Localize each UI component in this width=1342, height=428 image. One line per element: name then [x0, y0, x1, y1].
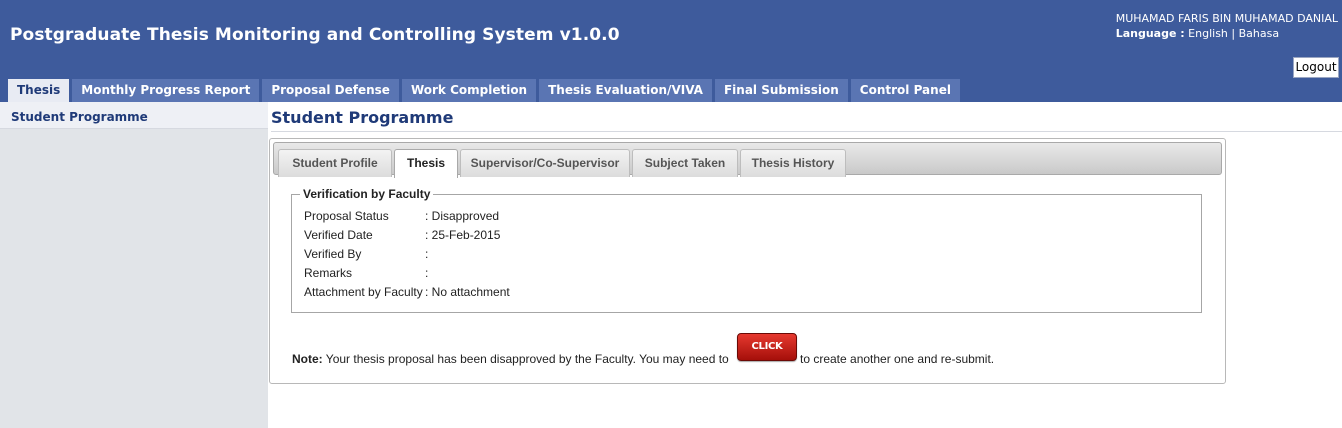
- verified-by-value: :: [425, 247, 429, 261]
- tab-subject-taken[interactable]: Subject Taken: [632, 149, 738, 177]
- user-name: MUHAMAD FARIS BIN MUHAMAD DANIAL: [1115, 12, 1338, 25]
- tab-supervisor[interactable]: Supervisor/Co-Supervisor: [460, 149, 630, 177]
- logout-button[interactable]: Logout: [1293, 57, 1339, 78]
- nav-tab-thesis[interactable]: Thesis: [8, 79, 70, 102]
- nav-tab-work-completion[interactable]: Work Completion: [401, 79, 537, 102]
- verified-by-label: Verified By: [304, 247, 362, 261]
- language-english-link[interactable]: English: [1188, 27, 1228, 40]
- nav-tab-monthly-progress-report[interactable]: Monthly Progress Report: [72, 79, 260, 102]
- row-verified-date: Verified Date : 25-Feb-2015: [304, 226, 500, 245]
- nav-tab-proposal-defense[interactable]: Proposal Defense: [262, 79, 399, 102]
- app-title: Postgraduate Thesis Monitoring and Contr…: [10, 25, 620, 45]
- language-bahasa-link[interactable]: Bahasa: [1239, 27, 1279, 40]
- attachment-value: : No attachment: [425, 285, 510, 299]
- note-suffix: to create another one and re-submit.: [800, 352, 995, 366]
- tab-thesis[interactable]: Thesis: [394, 149, 458, 178]
- verified-date-label: Verified Date: [304, 228, 373, 242]
- language-switcher: Language : English | Bahasa: [1116, 26, 1338, 41]
- verification-legend: Verification by Faculty: [300, 187, 434, 202]
- note-prefix: Note:: [292, 352, 323, 366]
- language-separator: |: [1231, 27, 1236, 40]
- nav-tab-control-panel[interactable]: Control Panel: [850, 79, 960, 102]
- user-info: MUHAMAD FARIS BIN MUHAMAD DANIAL Languag…: [1116, 11, 1338, 41]
- row-proposal-status: Proposal Status : Disapproved: [304, 207, 499, 226]
- tab-thesis-history[interactable]: Thesis History: [740, 149, 846, 177]
- attachment-label: Attachment by Faculty: [304, 285, 423, 299]
- disapproval-note: Note: Your thesis proposal has been disa…: [292, 351, 729, 367]
- proposal-status-value: : Disapproved: [425, 209, 500, 223]
- main-nav: Thesis Monthly Progress Report Proposal …: [8, 79, 960, 102]
- nav-tab-thesis-evaluation[interactable]: Thesis Evaluation/VIVA: [539, 79, 712, 102]
- page-title: Student Programme: [271, 106, 1342, 132]
- click-here-button[interactable]: CLICK HERE: [737, 333, 797, 378]
- note-text: Your thesis proposal has been disapprove…: [322, 352, 729, 366]
- proposal-status-label: Proposal Status: [304, 209, 389, 223]
- language-label: Language :: [1115, 27, 1185, 40]
- sidebar-item-student-programme[interactable]: Student Programme: [0, 102, 268, 129]
- tab-bar: Student Profile Thesis Supervisor/Co-Sup…: [273, 142, 1222, 178]
- verification-fieldset: Verification by Faculty Proposal Status …: [291, 187, 1202, 313]
- row-remarks: Remarks :: [304, 264, 428, 283]
- sidebar: Student Programme: [0, 102, 268, 428]
- verified-date-value: : 25-Feb-2015: [425, 228, 501, 242]
- nav-tab-final-submission[interactable]: Final Submission: [714, 79, 848, 102]
- row-verified-by: Verified By :: [304, 245, 428, 264]
- remarks-value: :: [425, 266, 429, 280]
- tab-student-profile[interactable]: Student Profile: [278, 149, 392, 177]
- content-panel: Student Profile Thesis Supervisor/Co-Sup…: [269, 138, 1226, 384]
- remarks-label: Remarks: [304, 266, 353, 280]
- row-attachment: Attachment by Faculty : No attachment: [304, 283, 510, 302]
